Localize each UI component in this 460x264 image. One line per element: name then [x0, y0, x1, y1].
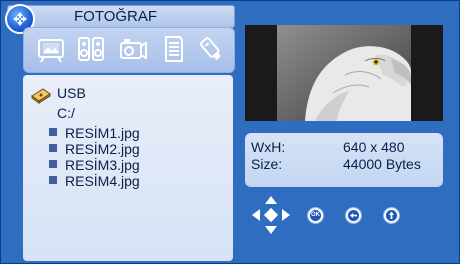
device-label[interactable]: USB [57, 85, 86, 101]
app-window: FOTOĞRAF USB C:/ RESİM1.jpg RESİM2.jpg R… [0, 0, 460, 264]
window-title: FOTOĞRAF [74, 8, 158, 25]
back-button[interactable] [345, 207, 362, 224]
usb-stick-icon [199, 37, 222, 61]
image-preview [245, 25, 443, 121]
speakers-icon [78, 37, 104, 61]
file-item[interactable]: RESİM4.jpg [49, 173, 140, 189]
file-name: RESİM1.jpg [65, 125, 140, 141]
title-bar: FOTOĞRAF [7, 5, 235, 28]
back-button-icon [348, 210, 359, 221]
category-music[interactable] [76, 34, 106, 64]
dimensions-value: 640 x 480 [343, 139, 405, 155]
current-path: C:/ [57, 105, 75, 121]
category-photo[interactable] [36, 34, 66, 64]
info-panel: WxH: 640 x 480 Size: 44000 Bytes [245, 133, 443, 187]
ok-button-icon: OK [310, 210, 321, 221]
category-device[interactable] [196, 34, 226, 64]
file-name: RESİM4.jpg [65, 173, 140, 189]
file-item[interactable]: RESİM3.jpg [49, 157, 140, 173]
camera-icon [120, 39, 147, 60]
menu-button[interactable] [383, 207, 400, 224]
usb-drive-icon [29, 85, 53, 110]
file-bullet-icon [49, 144, 57, 153]
file-bullet-icon [49, 160, 57, 169]
menu-button-icon [386, 210, 397, 221]
file-name: RESİM3.jpg [65, 157, 140, 173]
file-bullet-icon [49, 128, 57, 137]
home-arrows-icon [13, 12, 27, 26]
file-size-label: Size: [251, 156, 283, 172]
category-bar [23, 27, 235, 73]
eagle-photo [277, 25, 411, 121]
file-size-value: 44000 Bytes [343, 156, 421, 172]
category-video[interactable] [118, 34, 148, 64]
category-text[interactable] [158, 34, 188, 64]
navigation-pad-icon [252, 196, 290, 234]
file-bullet-icon [49, 176, 57, 185]
document-icon [165, 36, 183, 62]
file-list: RESİM1.jpg RESİM2.jpg RESİM3.jpg RESİM4.… [49, 125, 140, 189]
file-item[interactable]: RESİM1.jpg [49, 125, 140, 141]
file-name: RESİM2.jpg [65, 141, 140, 157]
photo-frame-icon [38, 39, 64, 63]
file-browser: USB C:/ RESİM1.jpg RESİM2.jpg RESİM3.jpg… [23, 75, 233, 261]
file-item[interactable]: RESİM2.jpg [49, 141, 140, 157]
ok-button[interactable]: OK [307, 207, 324, 224]
dimensions-label: WxH: [251, 139, 286, 155]
navigation-pad[interactable] [251, 195, 291, 240]
